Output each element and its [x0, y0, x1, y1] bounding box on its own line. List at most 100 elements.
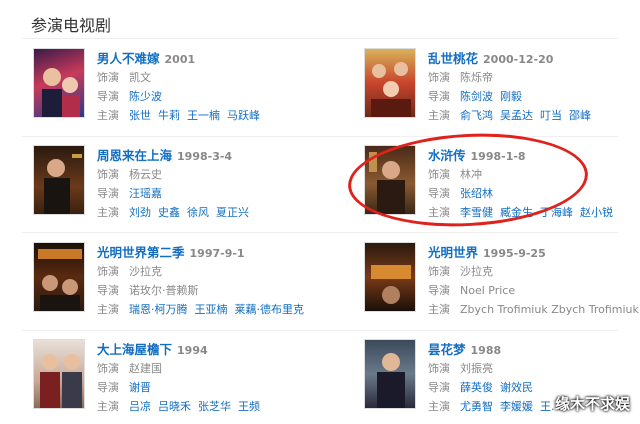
- cast-link[interactable]: 王一楠: [187, 109, 220, 122]
- cast-link[interactable]: 李媛媛: [500, 400, 533, 413]
- director-label: 导演: [428, 284, 450, 297]
- cast-link[interactable]: 邵峰: [569, 109, 591, 122]
- director-link[interactable]: 陈少波: [129, 90, 162, 103]
- cast-label: 主演: [428, 303, 450, 316]
- cast-link[interactable]: 张芝华: [198, 400, 231, 413]
- filmography-panel: 参演电视剧 男人不难嫁 2001 饰演 凯文 导演 陈少波 主演 张世 牛莉 王一楠 马跃峰 …: [0, 0, 640, 424]
- cast-label: 主演: [97, 206, 119, 219]
- show-title-link[interactable]: 乱世桃花: [428, 51, 478, 66]
- cast-link[interactable]: 吕凉: [129, 400, 151, 413]
- cast-names: Zbych Trofimiuk Zbych Trofimiuk: [460, 303, 639, 316]
- role-value: 沙拉克: [460, 265, 493, 278]
- show-title-link[interactable]: 大上海屋檐下: [97, 342, 172, 357]
- cast-label: 主演: [97, 400, 119, 413]
- divider: [22, 136, 618, 137]
- role-label: 饰演: [97, 168, 119, 181]
- cast-link[interactable]: 吴孟达: [500, 109, 533, 122]
- poster-image[interactable]: [364, 339, 416, 409]
- director-link[interactable]: 陈剑波: [460, 90, 493, 103]
- release-date: 1997-9-1: [189, 247, 245, 260]
- cast-label: 主演: [428, 400, 450, 413]
- cast-link[interactable]: 王亚楠: [195, 303, 228, 316]
- poster-image[interactable]: [364, 242, 416, 312]
- cast-label: 主演: [428, 109, 450, 122]
- show-title-link[interactable]: 水浒传: [428, 148, 466, 163]
- director-label: 导演: [97, 381, 119, 394]
- release-date: 1994: [177, 344, 208, 357]
- tv-item: 光明世界 1995-9-25 饰演 沙拉克 导演 Noel Price 主演 Zbych…: [364, 242, 640, 322]
- cast-link[interactable]: 臧金生: [500, 206, 533, 219]
- cast-link[interactable]: 张世: [129, 109, 151, 122]
- role-value: 刘振亮: [460, 362, 493, 375]
- cast-label: 主演: [97, 303, 119, 316]
- role-label: 饰演: [428, 71, 450, 84]
- tv-item: 水浒传 1998-1-8 饰演 林冲 导演 张绍林 主演 李雪健 臧金生 丁海峰 赵小锐: [364, 145, 640, 225]
- role-label: 饰演: [428, 168, 450, 181]
- cast-link[interactable]: 吕晓禾: [158, 400, 191, 413]
- director-link[interactable]: 刚毅: [500, 90, 522, 103]
- director-link[interactable]: 谢晋: [129, 381, 151, 394]
- cast-link[interactable]: 王频: [238, 400, 260, 413]
- cast-link[interactable]: 徐风: [187, 206, 209, 219]
- poster-image[interactable]: [33, 339, 85, 409]
- tv-item: 男人不难嫁 2001 饰演 凯文 导演 陈少波 主演 张世 牛莉 王一楠 马跃峰: [33, 48, 313, 128]
- cast-link[interactable]: 史鑫: [158, 206, 180, 219]
- poster-image[interactable]: [33, 145, 85, 215]
- cast-link[interactable]: 马跃峰: [227, 109, 260, 122]
- director-link[interactable]: 谢效民: [500, 381, 533, 394]
- cast-link[interactable]: 尤勇智: [460, 400, 493, 413]
- release-date: 2001: [164, 53, 196, 66]
- cast-link[interactable]: 莱藕·德布里克: [235, 303, 305, 316]
- cast-link[interactable]: 赵小锐: [580, 206, 613, 219]
- director-label: 导演: [97, 187, 119, 200]
- release-date: 1998-1-8: [470, 150, 526, 163]
- cast-link[interactable]: 刘劲: [129, 206, 151, 219]
- cast-label: 主演: [97, 109, 119, 122]
- tv-item: 乱世桃花 2000-12-20 饰演 陈烁帝 导演 陈剑波 刚毅 主演 俞飞鸿 吴孟达 叮当邵…: [364, 48, 640, 128]
- cast-link[interactable]: 叮当: [540, 109, 562, 122]
- show-title-link[interactable]: 光明世界第二季: [97, 245, 185, 260]
- director-name: 诺玫尔·普赖斯: [129, 284, 199, 297]
- release-date: 1988: [470, 344, 502, 357]
- role-label: 饰演: [97, 71, 119, 84]
- role-value: 陈烁帝: [460, 71, 493, 84]
- role-value: 杨云史: [129, 168, 162, 181]
- role-value: 沙拉克: [129, 265, 162, 278]
- show-title-link[interactable]: 光明世界: [428, 245, 478, 260]
- cast-link[interactable]: 李雪健: [460, 206, 493, 219]
- cast-link[interactable]: 丁海峰: [540, 206, 573, 219]
- director-label: 导演: [428, 381, 450, 394]
- cast-link[interactable]: 夏正兴: [216, 206, 249, 219]
- role-value: 赵建国: [129, 362, 162, 375]
- show-title-link[interactable]: 昙花梦: [428, 342, 466, 357]
- tv-item: 周恩来在上海 1998-3-4 饰演 杨云史 导演 汪瑶嘉 主演 刘劲 史鑫 徐风 夏正兴: [33, 145, 313, 225]
- role-label: 饰演: [97, 265, 119, 278]
- watermark-text: 缘木不求娱: [554, 395, 630, 413]
- director-link[interactable]: 张绍林: [460, 187, 493, 200]
- role-label: 饰演: [428, 362, 450, 375]
- role-label: 饰演: [97, 362, 119, 375]
- poster-image[interactable]: [33, 242, 85, 312]
- cast-link[interactable]: 牛莉: [158, 109, 180, 122]
- divider: [22, 38, 618, 39]
- release-date: 2000-12-20: [483, 53, 554, 66]
- director-name: Noel Price: [460, 284, 516, 297]
- role-value: 林冲: [460, 168, 482, 181]
- director-label: 导演: [428, 187, 450, 200]
- show-title-link[interactable]: 周恩来在上海: [97, 148, 172, 163]
- director-label: 导演: [97, 90, 119, 103]
- poster-image[interactable]: [33, 48, 85, 118]
- divider: [22, 330, 618, 331]
- show-title-link[interactable]: 男人不难嫁: [97, 51, 160, 66]
- director-label: 导演: [97, 284, 119, 297]
- poster-image[interactable]: [364, 145, 416, 215]
- tv-item: 大上海屋檐下 1994 饰演 赵建国 导演 谢晋 主演 吕凉 吕晓禾 张芝华 王频: [33, 339, 313, 419]
- cast-label: 主演: [428, 206, 450, 219]
- director-label: 导演: [428, 90, 450, 103]
- director-link[interactable]: 薛英俊: [460, 381, 493, 394]
- poster-image[interactable]: [364, 48, 416, 118]
- cast-link[interactable]: 瑞恩·柯万腾: [129, 303, 188, 316]
- director-link[interactable]: 汪瑶嘉: [129, 187, 162, 200]
- role-label: 饰演: [428, 265, 450, 278]
- cast-link[interactable]: 俞飞鸿: [460, 109, 493, 122]
